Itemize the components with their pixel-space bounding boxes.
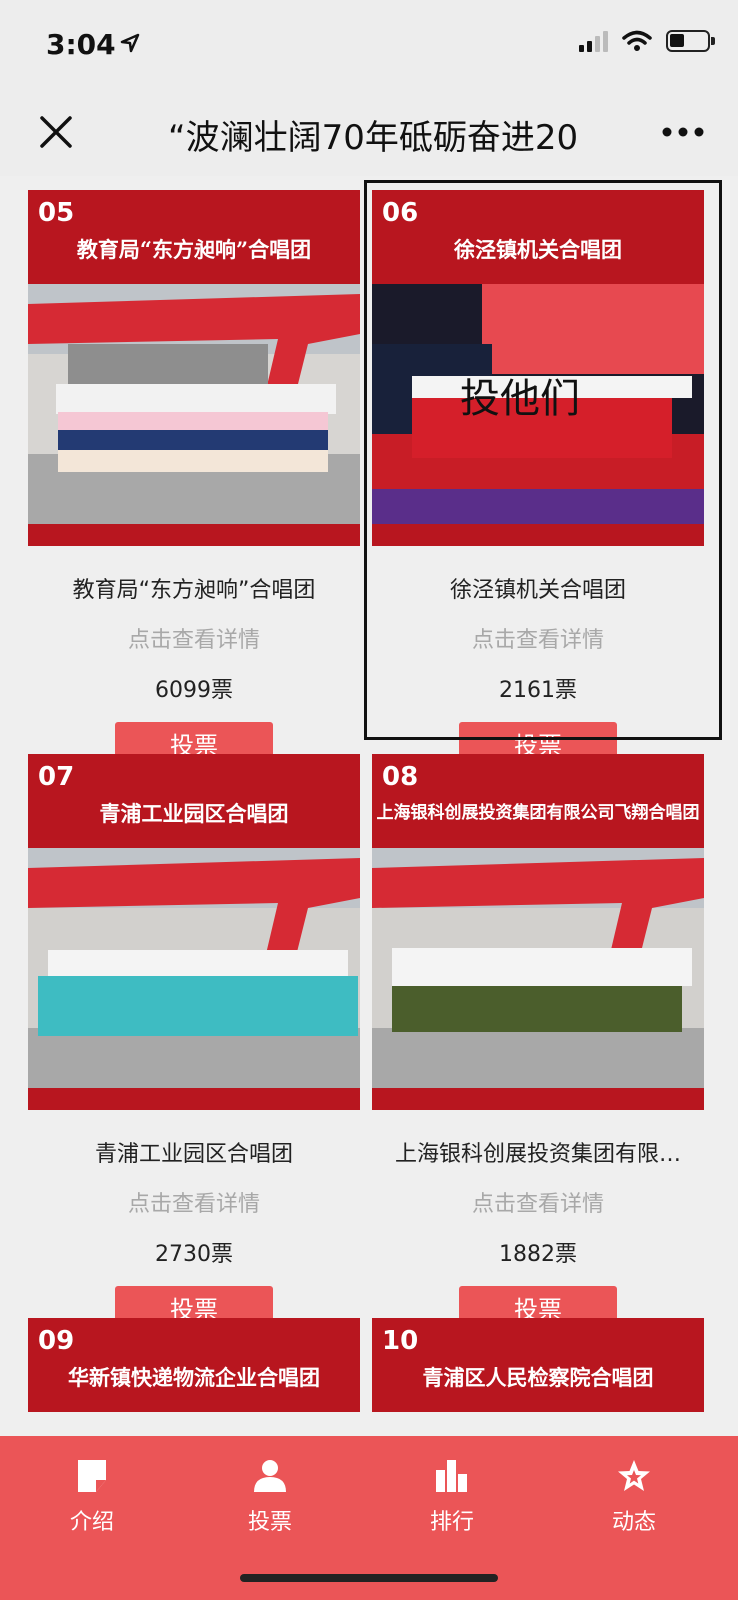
person-icon — [254, 1460, 286, 1492]
tab-label: 排行 — [429, 1510, 474, 1535]
card-header-title: 青浦区人民检察院合唱团 — [422, 1365, 654, 1390]
contestant-card: 06 徐泾镇机关合唱团 徐泾镇机关合唱团 点击查看详情 2161票 投票 投他们 — [372, 190, 704, 772]
tab-label: 投票 — [247, 1510, 292, 1535]
vote-count: 1882票 — [499, 1242, 577, 1267]
bar-chart-icon — [436, 1460, 467, 1492]
card-header: 08 上海银科创展投资集团有限公司飞翔合唱团 — [372, 754, 704, 848]
close-icon[interactable] — [34, 110, 78, 154]
nav-bar: “波澜壮阔70年砥砺奋进20 — [0, 90, 738, 176]
contestant-grid: 05 教育局“东方昶响”合唱团 教育局“东方昶响”合唱团 点击查看详情 6099… — [0, 176, 738, 1436]
card-name: 徐泾镇机关合唱团 — [449, 578, 626, 603]
card-name: 教育局“东方昶响”合唱团 — [72, 578, 316, 603]
home-indicator[interactable] — [240, 1574, 498, 1582]
page-title: “波澜壮阔70年砥砺奋进20 — [168, 118, 578, 158]
card-header: 06 徐泾镇机关合唱团 — [372, 190, 704, 284]
group-photo-image — [28, 284, 360, 524]
document-icon — [78, 1460, 106, 1492]
tab-label: 介绍 — [69, 1510, 114, 1535]
view-details-link[interactable]: 点击查看详情 — [28, 1186, 360, 1218]
status-indicators — [579, 30, 715, 52]
card-body: 教育局“东方昶响”合唱团 点击查看详情 6099票 投票 — [28, 546, 360, 772]
card-header: 09 华新镇快递物流企业合唱团 — [28, 1318, 360, 1412]
card-header: 10 青浦区人民检察院合唱团 — [372, 1318, 704, 1412]
status-time: 3:04 — [46, 28, 116, 61]
tab-intro[interactable]: 介绍 — [32, 1458, 152, 1536]
view-details-link[interactable]: 点击查看详情 — [372, 1186, 704, 1218]
vote-count: 2161票 — [499, 678, 577, 703]
card-number: 09 — [38, 1326, 75, 1356]
card-header-title: 青浦工业园区合唱团 — [99, 801, 289, 826]
view-details-link[interactable]: 点击查看详情 — [28, 622, 360, 654]
card-body: 上海银科创展投资集团有限… 点击查看详情 1882票 投票 — [372, 1110, 704, 1336]
tab-ranking[interactable]: 排行 — [392, 1458, 512, 1536]
location-arrow-icon — [120, 33, 140, 53]
tab-label: 动态 — [611, 1510, 656, 1535]
card-header-title: 徐泾镇机关合唱团 — [454, 237, 622, 262]
tab-activity[interactable]: 动态 — [574, 1458, 694, 1536]
card-number: 06 — [382, 198, 419, 228]
card-body: 徐泾镇机关合唱团 点击查看详情 2161票 投票 — [372, 546, 704, 772]
group-photo[interactable] — [372, 848, 704, 1088]
status-bar: 3:04 — [0, 0, 738, 90]
annotation-text: 投他们 — [460, 376, 580, 422]
star-icon — [618, 1460, 650, 1491]
card-number: 10 — [382, 1326, 419, 1356]
group-photo-image — [28, 848, 360, 1088]
tab-vote[interactable]: 投票 — [210, 1458, 330, 1536]
card-header: 07 青浦工业园区合唱团 — [28, 754, 360, 848]
vote-count: 2730票 — [155, 1242, 233, 1267]
card-number: 08 — [382, 762, 419, 792]
signal-icon — [579, 30, 608, 52]
contestant-card: 09 华新镇快递物流企业合唱团 — [28, 1318, 360, 1412]
battery-icon — [666, 30, 715, 52]
card-name: 上海银科创展投资集团有限… — [394, 1142, 681, 1167]
card-number: 07 — [38, 762, 75, 792]
contestant-card: 07 青浦工业园区合唱团 青浦工业园区合唱团 点击查看详情 2730票 投票 — [28, 754, 360, 1336]
wifi-icon — [622, 30, 652, 51]
card-number: 05 — [38, 198, 75, 228]
vote-count: 6099票 — [155, 678, 233, 703]
group-photo[interactable] — [28, 848, 360, 1088]
contestant-card: 10 青浦区人民检察院合唱团 — [372, 1318, 704, 1412]
more-icon[interactable] — [658, 110, 708, 154]
group-photo-image — [372, 848, 704, 1088]
card-header-title: 上海银科创展投资集团有限公司飞翔合唱团 — [376, 803, 700, 823]
card-header-title: 华新镇快递物流企业合唱团 — [68, 1365, 320, 1390]
group-photo[interactable] — [28, 284, 360, 524]
card-name: 青浦工业园区合唱团 — [94, 1142, 293, 1167]
card-header: 05 教育局“东方昶响”合唱团 — [28, 190, 360, 284]
card-body: 青浦工业园区合唱团 点击查看详情 2730票 投票 — [28, 1110, 360, 1336]
contestant-card: 05 教育局“东方昶响”合唱团 教育局“东方昶响”合唱团 点击查看详情 6099… — [28, 190, 360, 772]
card-header-title: 教育局“东方昶响”合唱团 — [76, 237, 312, 262]
contestant-card: 08 上海银科创展投资集团有限公司飞翔合唱团 上海银科创展投资集团有限… 点击查… — [372, 754, 704, 1336]
view-details-link[interactable]: 点击查看详情 — [372, 622, 704, 654]
app-screen: 3:04 “波澜壮阔70年砥砺奋进20 05 教育局“东方昶响”合唱团 教育局“… — [0, 0, 738, 1600]
